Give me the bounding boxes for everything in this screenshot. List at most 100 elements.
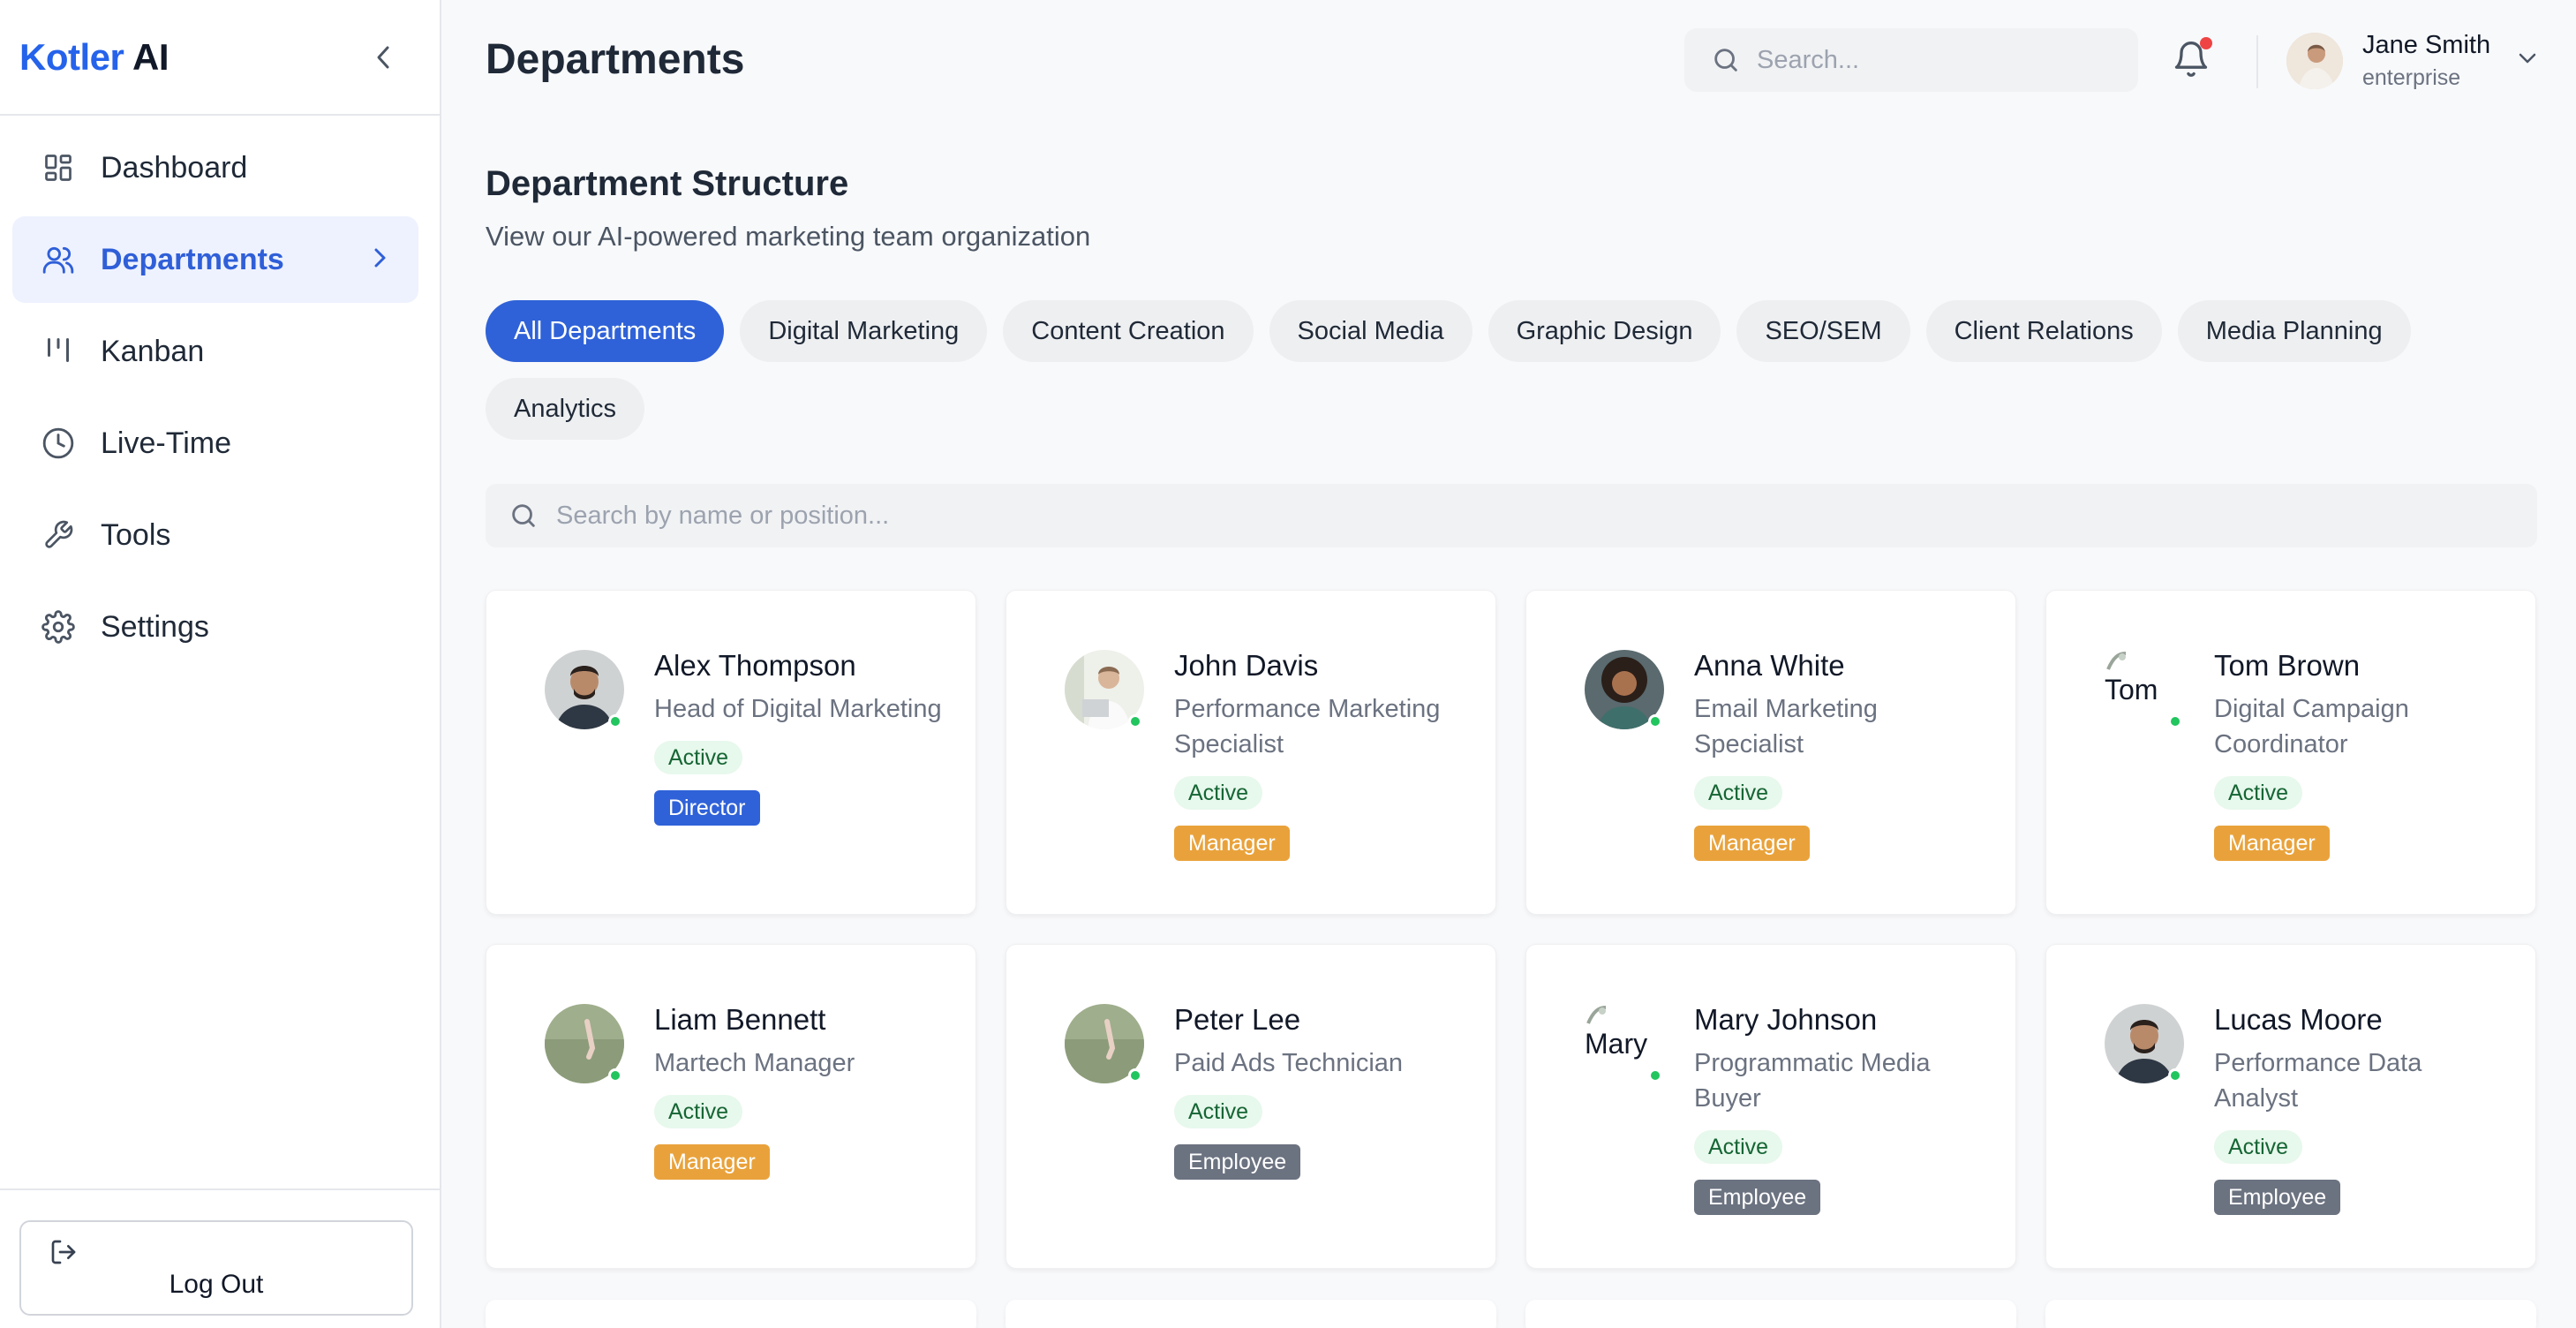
- sidebar-item-live-time[interactable]: Live-Time: [12, 400, 418, 487]
- search-input[interactable]: [1757, 45, 2110, 75]
- filter-digital-marketing[interactable]: Digital Marketing: [740, 300, 988, 362]
- global-search: [1684, 28, 2138, 92]
- employee-role: Paid Ads Technician: [1174, 1049, 1404, 1077]
- filter-social-media[interactable]: Social Media: [1269, 300, 1473, 362]
- employee-name: Tom Brown: [2214, 649, 2361, 682]
- photo-alt-text: Tom: [2105, 674, 2158, 706]
- sidebar-item-label: Dashboard: [101, 150, 248, 185]
- notification-dot: [2200, 37, 2212, 49]
- sidebar-item-kanban[interactable]: Kanban: [12, 308, 418, 395]
- employee-role: Digital Campaign Coordinator: [2214, 695, 2409, 758]
- level-badge: Manager: [1694, 826, 1810, 861]
- employee-name: Liam Bennett: [654, 1003, 826, 1036]
- kanban-icon: [41, 334, 76, 369]
- sidebar-footer: Log Out: [0, 1188, 440, 1328]
- employee-card[interactable]: Tom Tom Brown Digital Campaign Coordinat…: [2045, 590, 2536, 915]
- status-badge: Active: [1694, 1130, 1783, 1164]
- employee-card[interactable]: Lucas Moore Performance Data Analyst Act…: [2045, 944, 2536, 1269]
- clock-icon: [41, 426, 76, 461]
- user-menu[interactable]: Jane Smith enterprise: [2286, 30, 2538, 92]
- sidebar-item-label: Kanban: [101, 334, 205, 368]
- collapse-sidebar-button[interactable]: [367, 42, 399, 73]
- filter-content-creation[interactable]: Content Creation: [1003, 300, 1254, 362]
- page-title: Departments: [486, 36, 745, 83]
- topbar: Departments Jane Smith enterprise: [441, 0, 2576, 119]
- logout-label: Log Out: [169, 1270, 264, 1299]
- notifications-button[interactable]: [2172, 37, 2216, 81]
- employee-name: Mary Johnson: [1694, 1003, 1878, 1036]
- broken-image-icon: [1586, 1006, 1607, 1024]
- sidebar-item-label: Tools: [101, 517, 171, 552]
- employee-role: Programmatic Media Buyer: [1694, 1049, 1931, 1113]
- employee-card-partial: [486, 1300, 976, 1328]
- chevron-left-icon: [377, 46, 389, 68]
- online-indicator: [1648, 714, 1662, 728]
- logout-icon: [51, 1240, 76, 1264]
- online-indicator: [608, 714, 622, 728]
- main-content: Departments Jane Smith enterprise: [441, 0, 2576, 1328]
- filter-client-relations[interactable]: Client Relations: [1925, 300, 2162, 362]
- employee-name: Anna White: [1694, 649, 1845, 682]
- status-badge: Active: [2214, 776, 2303, 810]
- employee-card[interactable]: John Davis Performance Marketing Special…: [1006, 590, 1496, 915]
- employee-role: Martech Manager: [654, 1049, 855, 1077]
- users-icon: [41, 242, 76, 277]
- filter-media-planning[interactable]: Media Planning: [2177, 300, 2411, 362]
- logout-button[interactable]: Log Out: [19, 1220, 413, 1316]
- level-badge: Employee: [1174, 1144, 1301, 1180]
- level-badge: Employee: [2214, 1180, 2341, 1215]
- wrench-icon: [41, 517, 76, 553]
- employee-card[interactable]: Liam Bennett Martech Manager Active Mana…: [486, 944, 976, 1269]
- section-title: Department Structure: [486, 164, 849, 203]
- employee-card-partial: [1525, 1300, 2016, 1328]
- avatar: [2286, 33, 2343, 89]
- employee-name: Alex Thompson: [654, 649, 856, 682]
- online-indicator: [2168, 714, 2182, 728]
- employee-name: Lucas Moore: [2214, 1003, 2383, 1036]
- filter-graphic-design[interactable]: Graphic Design: [1488, 300, 1721, 362]
- sidebar-item-tools[interactable]: Tools: [12, 492, 418, 578]
- employee-card-partial: [2045, 1300, 2536, 1328]
- search-icon: [1714, 49, 1737, 72]
- sidebar-item-departments[interactable]: Departments: [12, 216, 418, 303]
- status-badge: Active: [654, 741, 743, 774]
- gear-icon: [41, 609, 76, 645]
- level-badge: Manager: [2214, 826, 2330, 861]
- employee-card[interactable]: Mary Mary Johnson Programmatic Media Buy…: [1525, 944, 2016, 1269]
- employee-card-partial: [1006, 1300, 1496, 1328]
- employee-card[interactable]: Peter Lee Paid Ads Technician Active Emp…: [1006, 944, 1496, 1269]
- employee-name: John Davis: [1174, 649, 1319, 682]
- status-badge: Active: [1174, 1095, 1263, 1128]
- search-icon: [512, 504, 535, 527]
- filter-all-departments[interactable]: All Departments: [486, 300, 725, 362]
- sidebar-item-label: Departments: [101, 242, 284, 276]
- sidebar-nav: Dashboard Departments Kanban Live-Time T…: [0, 116, 440, 670]
- app-root: Kotler AI Dashboard Departments Kanban L: [0, 0, 2576, 1328]
- filter-analytics[interactable]: Analytics: [486, 378, 645, 440]
- online-indicator: [608, 1068, 622, 1083]
- dashboard-icon: [41, 150, 76, 185]
- brand-name-part2: AI: [132, 35, 169, 78]
- online-indicator: [1128, 1068, 1142, 1083]
- sidebar-item-dashboard[interactable]: Dashboard: [12, 124, 418, 211]
- filter-seo-sem[interactable]: SEO/SEM: [1736, 300, 1910, 362]
- online-indicator: [1648, 1068, 1662, 1083]
- online-indicator: [1128, 714, 1142, 728]
- employee-card[interactable]: Anna White Email Marketing Specialist Ac…: [1525, 590, 2016, 915]
- status-badge: Active: [2214, 1130, 2303, 1164]
- divider: [2256, 35, 2258, 88]
- level-badge: Director: [654, 790, 760, 826]
- user-name: Jane Smith: [2362, 31, 2491, 59]
- level-badge: Employee: [1694, 1180, 1821, 1215]
- online-indicator: [2168, 1068, 2182, 1083]
- sidebar-item-settings[interactable]: Settings: [12, 584, 418, 670]
- status-badge: Active: [654, 1095, 743, 1128]
- brand-header: Kotler AI: [0, 0, 440, 116]
- employee-grid: Alex Thompson Head of Digital Marketing …: [486, 590, 2537, 1269]
- level-badge: Manager: [1174, 826, 1290, 861]
- brand-logo[interactable]: Kotler AI: [19, 36, 169, 79]
- people-search-input[interactable]: [556, 501, 2145, 531]
- employee-name: Peter Lee: [1174, 1003, 1301, 1036]
- employee-card[interactable]: Alex Thompson Head of Digital Marketing …: [486, 590, 976, 915]
- sidebar-item-label: Live-Time: [101, 426, 231, 460]
